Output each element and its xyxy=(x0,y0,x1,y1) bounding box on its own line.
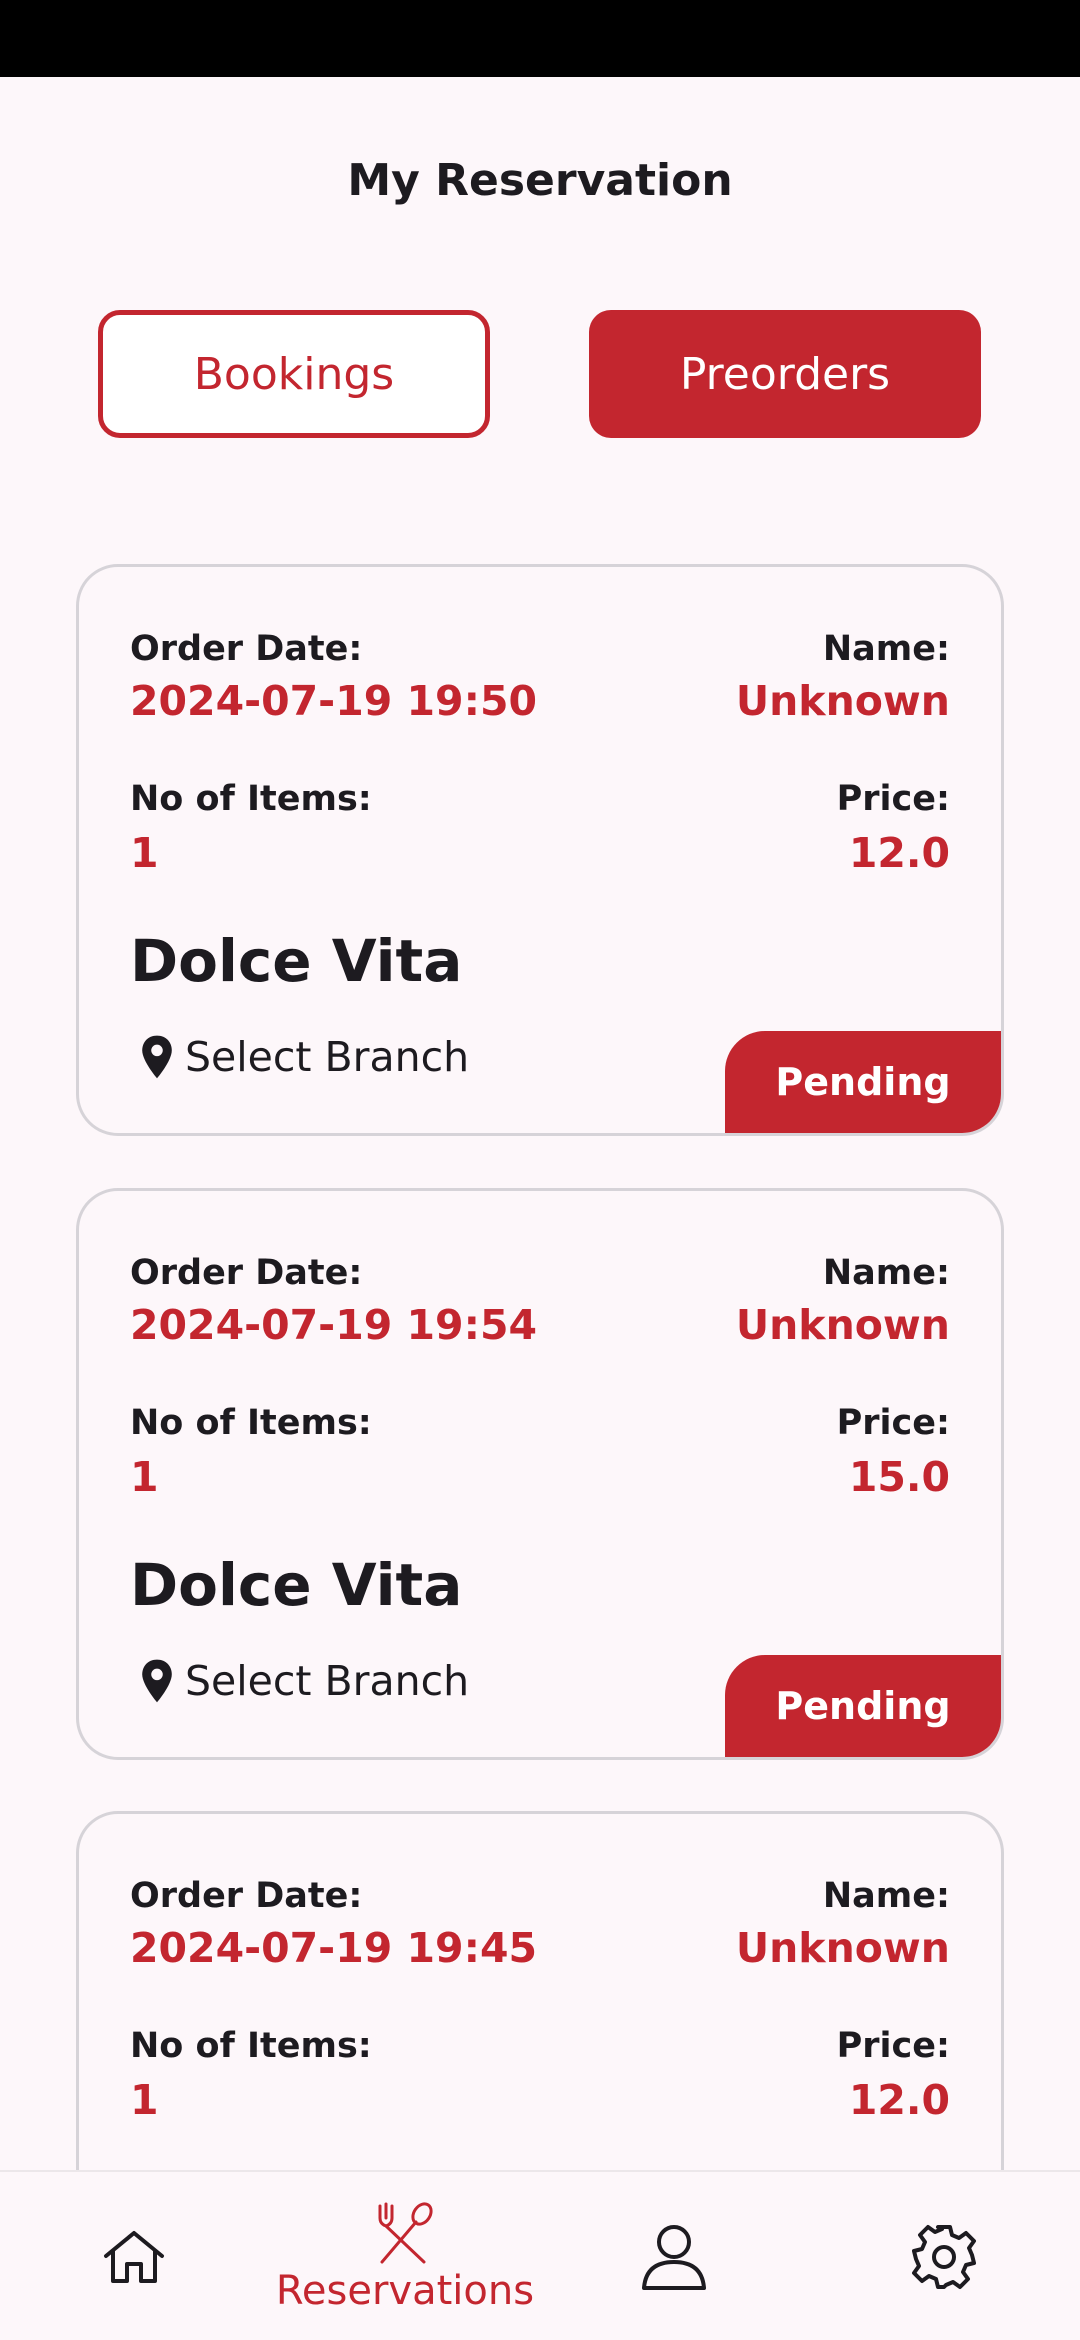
items-label: No of Items: xyxy=(130,2026,372,2066)
nav-reservations[interactable]: Reservations xyxy=(270,2172,540,2340)
order-date-value: 2024-07-19 19:50 xyxy=(130,677,538,725)
home-icon xyxy=(104,2231,164,2283)
price-label: Price: xyxy=(836,2026,950,2066)
restaurant-name: Dolce Vita xyxy=(130,927,463,995)
status-badge: Pending xyxy=(725,1031,1001,1133)
order-date-value: 2024-07-19 19:45 xyxy=(130,1924,538,1972)
price-value: 12.0 xyxy=(848,829,950,877)
order-date-value: 2024-07-19 19:54 xyxy=(130,1301,538,1349)
branch-label: Select Branch xyxy=(185,1657,470,1705)
order-card[interactable]: Order Date: 2024-07-19 19:50 Name: Unkno… xyxy=(76,564,1004,1136)
restaurant-name: Dolce Vita xyxy=(130,1551,463,1619)
price-value: 15.0 xyxy=(848,1453,950,1501)
nav-home[interactable] xyxy=(84,2172,184,2340)
name-label: Name: xyxy=(822,629,950,669)
items-label: No of Items: xyxy=(130,779,372,819)
order-card[interactable]: Order Date: 2024-07-19 19:54 Name: Unkno… xyxy=(76,1188,1004,1760)
order-date-label: Order Date: xyxy=(130,1876,363,1916)
name-value: Unknown xyxy=(735,1301,950,1349)
branch-label: Select Branch xyxy=(185,1033,470,1081)
price-label: Price: xyxy=(836,779,950,819)
tab-bookings[interactable]: Bookings xyxy=(98,310,490,438)
price-value: 12.0 xyxy=(848,2076,950,2124)
items-value: 1 xyxy=(130,829,159,877)
items-value: 1 xyxy=(130,2076,159,2124)
name-value: Unknown xyxy=(735,1924,950,1972)
tab-preorders[interactable]: Preorders xyxy=(589,310,981,438)
name-label: Name: xyxy=(822,1253,950,1293)
fork-spoon-icon xyxy=(378,2202,433,2264)
orders-list[interactable]: My Reservation Bookings Preorders Order … xyxy=(0,0,1080,2170)
order-date-label: Order Date: xyxy=(130,629,363,669)
branch-selector[interactable]: Select Branch xyxy=(137,1651,469,1711)
items-value: 1 xyxy=(130,1453,159,1501)
bottom-nav: Reservations xyxy=(0,2170,1080,2340)
items-label: No of Items: xyxy=(130,1403,372,1443)
name-label: Name: xyxy=(822,1876,950,1916)
status-badge: Pending xyxy=(725,1655,1001,1757)
location-pin-icon xyxy=(142,1035,172,1079)
order-card[interactable]: Order Date: 2024-07-19 19:45 Name: Unkno… xyxy=(76,1811,1004,2170)
location-pin-icon xyxy=(142,1659,172,1703)
nav-profile[interactable] xyxy=(634,2172,714,2340)
page-title: My Reservation xyxy=(347,155,733,206)
gear-icon xyxy=(912,2225,976,2289)
person-icon xyxy=(642,2225,706,2290)
name-value: Unknown xyxy=(735,677,950,725)
price-label: Price: xyxy=(836,1403,950,1443)
nav-reservations-label: Reservations xyxy=(275,2268,535,2314)
order-date-label: Order Date: xyxy=(130,1253,363,1293)
branch-selector[interactable]: Select Branch xyxy=(137,1027,469,1087)
nav-settings[interactable] xyxy=(904,2172,984,2340)
